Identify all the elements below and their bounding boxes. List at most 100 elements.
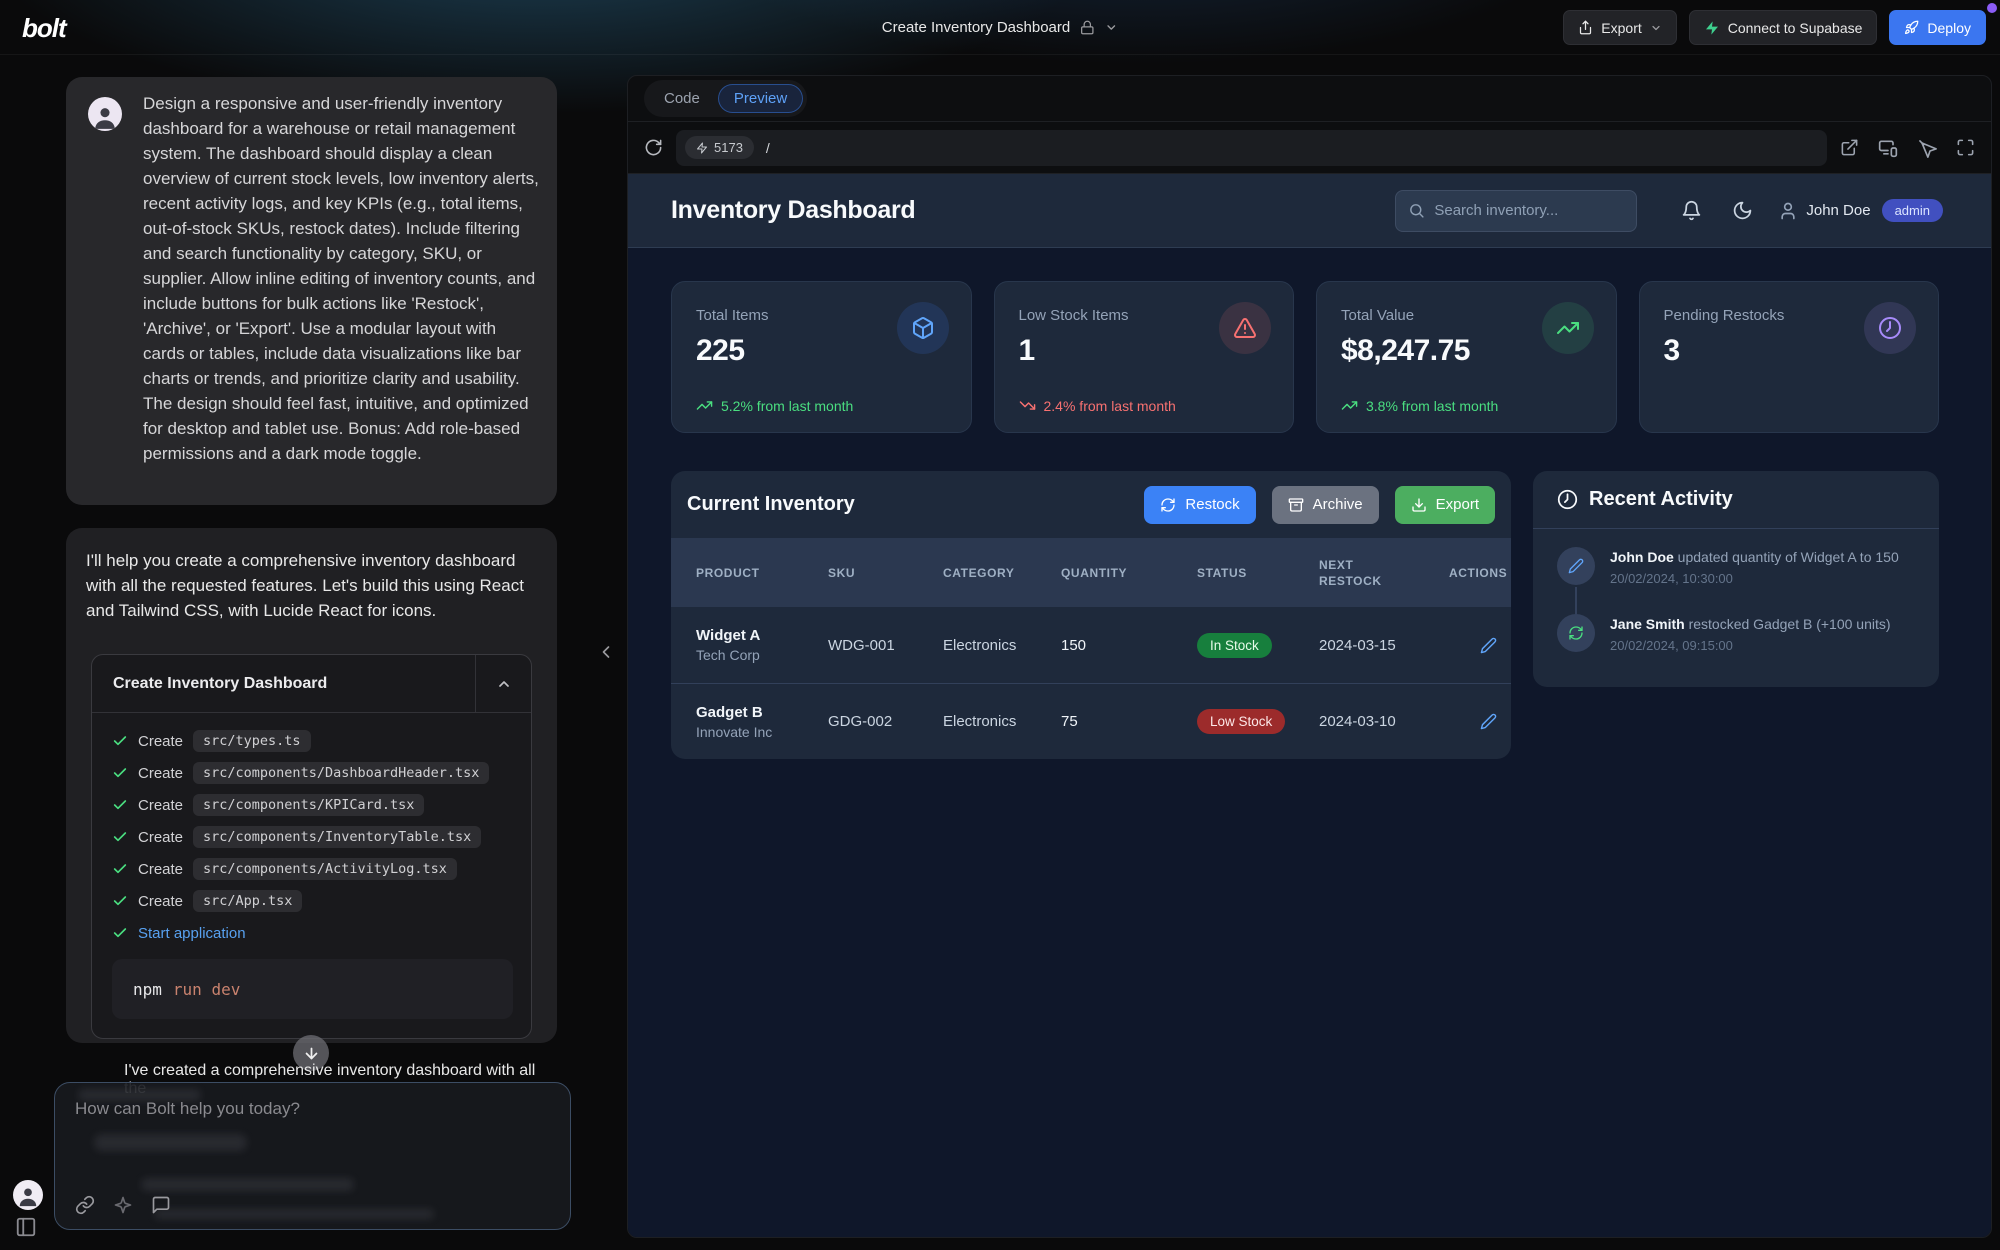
file-chip[interactable]: src/components/ActivityLog.tsx (193, 858, 457, 880)
terminal-cmd: npm (133, 980, 162, 999)
tab-code[interactable]: Code (648, 84, 716, 113)
activity-action: updated quantity of Widget A to 150 (1678, 549, 1899, 565)
recent-activity-card: Recent Activity John Doe updated quantit… (1533, 471, 1939, 687)
file-chip[interactable]: src/types.ts (193, 730, 311, 752)
account-avatar[interactable] (13, 1180, 43, 1210)
check-icon (112, 733, 128, 749)
alert-triangle-icon (1219, 302, 1271, 354)
port-badge[interactable]: 5173 (685, 136, 754, 159)
export-label: Export (1436, 496, 1479, 513)
activity-timestamp: 20/02/2024, 10:30:00 (1610, 571, 1899, 586)
kpi-cards: Total Items 225 5.2% from last month Low… (671, 281, 1939, 433)
pointer-off-icon (1917, 138, 1937, 158)
clock-icon (1557, 489, 1578, 510)
artifact-collapse-button[interactable] (475, 655, 531, 712)
pencil-icon (1480, 713, 1497, 730)
role-badge: admin (1882, 199, 1943, 222)
check-icon (112, 797, 128, 813)
deploy-button[interactable]: Deploy (1889, 10, 1986, 45)
blurred-content (154, 1209, 434, 1219)
panel-left-icon (15, 1216, 37, 1238)
bolt-logo[interactable]: bolt (22, 13, 66, 44)
kpi-card-total-value: Total Value $8,247.75 3.8% from last mon… (1316, 281, 1617, 433)
refresh-icon (644, 138, 663, 157)
archive-button[interactable]: Archive (1272, 486, 1379, 524)
trending-up-icon (1341, 397, 1358, 414)
artifact-card: Create Inventory Dashboard Create src/ty… (91, 654, 532, 1039)
file-chip[interactable]: src/components/DashboardHeader.tsx (193, 762, 489, 784)
activity-text-block: John Doe updated quantity of Widget A to… (1610, 547, 1899, 586)
reload-button[interactable] (644, 138, 663, 157)
inventory-search[interactable] (1395, 190, 1637, 232)
product-supplier: Innovate Inc (696, 724, 828, 740)
url-input[interactable]: 5173 / (676, 130, 1827, 166)
file-chip[interactable]: src/components/KPICard.tsx (193, 794, 424, 816)
kpi-trend-text: 3.8% from last month (1366, 398, 1498, 414)
refresh-icon (1557, 614, 1595, 652)
restock-button[interactable]: Restock (1144, 486, 1255, 524)
chat-input[interactable] (75, 1099, 515, 1119)
activity-user: Jane Smith (1610, 616, 1685, 632)
check-icon (112, 925, 128, 941)
dashboard-header-right: John Doe admin (1395, 190, 1943, 232)
file-chip[interactable]: src/components/InventoryTable.tsx (193, 826, 481, 848)
activity-item: John Doe updated quantity of Widget A to… (1557, 547, 1915, 586)
device-preview-button[interactable] (1878, 138, 1898, 158)
search-input[interactable] (1434, 202, 1624, 219)
chevron-down-icon (1650, 22, 1662, 34)
notifications-button[interactable] (1681, 200, 1702, 221)
kpi-card-low-stock: Low Stock Items 1 2.4% from last month (994, 281, 1295, 433)
product-name: Widget A (696, 627, 828, 644)
edit-row-button[interactable] (1480, 637, 1497, 654)
connect-supabase-button[interactable]: Connect to Supabase (1689, 10, 1878, 45)
project-title-menu[interactable]: Create Inventory Dashboard (882, 19, 1118, 36)
table-row[interactable]: Gadget B Innovate Inc GDG-002 Electronic… (671, 683, 1511, 759)
user-message: Design a responsive and user-friendly in… (66, 77, 557, 505)
export-button[interactable]: Export (1563, 10, 1676, 45)
export-label: Export (1601, 20, 1641, 36)
file-chip[interactable]: src/App.tsx (193, 890, 302, 912)
export-csv-button[interactable]: Export (1395, 486, 1495, 524)
sparkles-icon[interactable] (113, 1195, 133, 1215)
moon-icon (1732, 200, 1753, 221)
sidebar-toggle-button[interactable] (15, 1216, 37, 1238)
status-badge: In Stock (1197, 633, 1272, 658)
deploy-label: Deploy (1927, 20, 1971, 36)
workbench-panel: Code Preview 5173 / (627, 75, 1992, 1238)
inspector-toggle-button[interactable] (1917, 138, 1937, 158)
collapse-chat-button[interactable] (596, 642, 616, 662)
open-external-button[interactable] (1840, 138, 1859, 158)
user-menu[interactable]: John Doe (1778, 201, 1870, 221)
external-link-icon (1840, 138, 1859, 157)
chat-input-box[interactable] (54, 1082, 571, 1230)
status-cell: Low Stock (1197, 709, 1319, 734)
bell-icon (1681, 200, 1702, 221)
maximize-icon (1956, 138, 1975, 157)
status-cell: In Stock (1197, 633, 1319, 658)
kpi-trend-text: 2.4% from last month (1044, 398, 1176, 414)
link-icon[interactable] (75, 1195, 95, 1215)
topbar: bolt Create Inventory Dashboard Export C… (0, 0, 2000, 55)
artifact-title: Create Inventory Dashboard (92, 675, 475, 693)
chat-bubble-icon[interactable] (151, 1195, 171, 1215)
category-cell: Electronics (943, 637, 1061, 654)
check-icon (112, 829, 128, 845)
table-header-row: PRODUCT SKU CATEGORY QUANTITY STATUS NEX… (671, 538, 1511, 607)
dark-mode-toggle[interactable] (1732, 200, 1753, 221)
port-bolt-icon (696, 142, 708, 154)
start-application-link[interactable]: Start application (138, 925, 246, 942)
column-header: ACTIONS (1449, 566, 1511, 580)
user-name: John Doe (1806, 202, 1870, 219)
action-verb: Create (138, 861, 183, 878)
rocket-icon (1904, 20, 1919, 35)
clock-icon (1864, 302, 1916, 354)
chevron-left-icon (596, 642, 616, 662)
edit-row-button[interactable] (1480, 713, 1497, 730)
fullscreen-button[interactable] (1956, 138, 1975, 158)
status-badge: Low Stock (1197, 709, 1285, 734)
project-title: Create Inventory Dashboard (882, 19, 1070, 36)
table-row[interactable]: Widget A Tech Corp WDG-001 Electronics 1… (671, 607, 1511, 683)
chevron-down-icon (1105, 21, 1118, 34)
artifact-action-row: Create src/components/InventoryTable.tsx (112, 821, 511, 853)
tab-preview[interactable]: Preview (718, 84, 803, 113)
